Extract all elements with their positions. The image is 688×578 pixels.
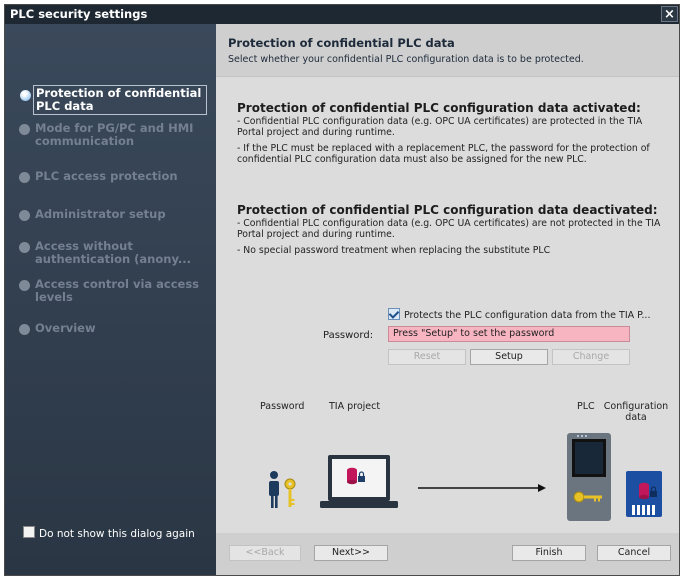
sidebar-item-plc-access-protection[interactable]: PLC access protection (19, 169, 210, 183)
illustration-plc-label: PLC (577, 401, 595, 412)
cancel-button[interactable]: Cancel (597, 545, 671, 561)
deactivated-line-1: - Confidential PLC configuration data (e… (237, 218, 661, 240)
radio-bullet-icon (19, 324, 30, 335)
change-button[interactable]: Change (552, 349, 630, 365)
sidebar-item-label: Protection of confidential PLC data (36, 86, 202, 113)
radio-bullet-icon (19, 172, 30, 183)
sidebar-item-label: Overview (35, 321, 96, 335)
activated-title: Protection of confidential PLC configura… (237, 101, 641, 115)
laptop-icon (320, 455, 398, 508)
back-button[interactable]: <<Back (229, 545, 301, 561)
protect-checkbox[interactable] (388, 308, 400, 320)
finish-button[interactable]: Finish (512, 545, 586, 561)
plc-security-settings-dialog: PLC security settings × Protection of co… (4, 4, 680, 576)
title-bar: PLC security settings × (5, 5, 679, 24)
deactivated-line-2: - No special password treatment when rep… (237, 245, 551, 256)
protect-checkbox-label: Protects the PLC configuration data from… (404, 310, 651, 321)
wizard-sidebar: Protection of confidential PLC data Mode… (5, 24, 216, 575)
sidebar-item-label: PLC access protection (35, 169, 178, 183)
page-subtitle: Select whether your confidential PLC con… (228, 54, 584, 65)
plc-device-icon (567, 433, 611, 521)
setup-button[interactable]: Setup (470, 349, 548, 365)
sidebar-item-mode-pgpc-hmi[interactable]: Mode for PG/PC and HMI communication (19, 121, 210, 148)
sidebar-item-label: Access control via access levels (35, 277, 200, 304)
arrow-icon (418, 484, 546, 492)
close-button[interactable]: × (661, 6, 678, 22)
person-icon (269, 471, 279, 508)
sidebar-item-label: Administrator setup (35, 207, 166, 221)
sidebar-item-protection-confidential-data[interactable]: Protection of confidential PLC data (20, 85, 207, 115)
radio-bullet-icon (19, 242, 30, 253)
password-field[interactable]: Press "Setup" to set the password (388, 326, 630, 342)
page-title: Protection of confidential PLC data (228, 36, 455, 50)
sidebar-item-access-without-authentication[interactable]: Access without authentication (anony... (19, 239, 210, 266)
deactivated-title: Protection of confidential PLC configura… (237, 203, 658, 217)
dont-show-checkbox[interactable] (23, 526, 35, 538)
reset-button[interactable]: Reset (388, 349, 466, 365)
password-label: Password: (323, 330, 374, 341)
next-button[interactable]: Next>> (314, 545, 388, 561)
sidebar-item-overview[interactable]: Overview (19, 321, 210, 335)
radio-bullet-icon (20, 90, 31, 101)
activated-line-2: - If the PLC must be replaced with a rep… (237, 143, 650, 165)
illustration-password-label: Password (260, 401, 305, 412)
sidebar-item-access-control-levels[interactable]: Access control via access levels (19, 277, 210, 304)
activated-line-1: - Confidential PLC configuration data (e… (237, 116, 643, 138)
security-illustration (269, 433, 662, 521)
main-content: Protection of confidential PLC data Sele… (216, 24, 679, 533)
radio-bullet-icon (19, 210, 30, 221)
key-icon (284, 478, 296, 507)
dont-show-label: Do not show this dialog again (39, 528, 195, 540)
protect-option[interactable]: Protects the PLC configuration data from… (388, 308, 650, 321)
page-header: Protection of confidential PLC data Sele… (216, 24, 679, 77)
configuration-data-card-icon (626, 471, 662, 517)
sidebar-item-label: Access without authentication (anony... (35, 239, 192, 266)
radio-bullet-icon (19, 124, 30, 135)
radio-bullet-icon (19, 280, 30, 291)
window-title: PLC security settings (10, 7, 148, 21)
dont-show-again[interactable]: Do not show this dialog again (23, 526, 195, 540)
wizard-footer: <<Back Next>> Finish Cancel (216, 533, 679, 575)
sidebar-item-administrator-setup[interactable]: Administrator setup (19, 207, 210, 221)
sidebar-item-label: Mode for PG/PC and HMI communication (35, 121, 194, 148)
illustration-tia-project-label: TIA project (329, 401, 381, 412)
